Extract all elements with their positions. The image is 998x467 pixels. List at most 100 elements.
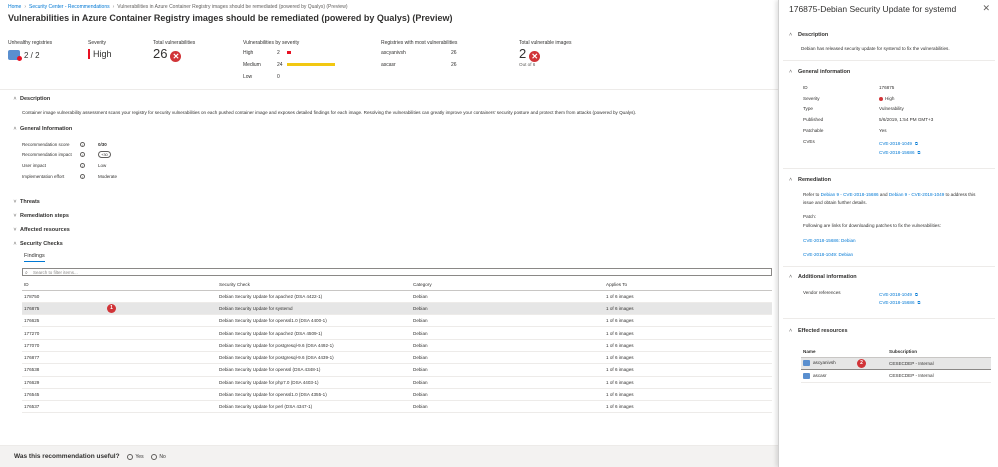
finding-id-text: 176875 [24, 305, 40, 311]
table-row[interactable]: 176537 Debian Security Update for perl (D… [22, 400, 772, 414]
finding-applies-to: 1 of 6 images [604, 302, 772, 316]
registries-label: Registries with most vulnerabilities [381, 40, 458, 46]
general-info-section-header[interactable]: ˄ General Information [10, 126, 778, 132]
registries-tile: Registries with most vulnerabilities asc… [381, 40, 491, 88]
page-title: Vulnerabilities in Azure Container Regis… [8, 13, 453, 23]
tab-findings[interactable]: Findings [24, 253, 45, 262]
table-row[interactable]: ascasr CESECDEP - Internal [801, 369, 991, 383]
column-header-subscription[interactable]: Subscription [887, 347, 991, 358]
patch-link[interactable]: CVE-2018-1049: Debian [803, 252, 853, 257]
resource-name[interactable]: ascasr [813, 373, 827, 378]
detail-label: ID [803, 85, 808, 90]
resource-subscription: CESECDEP - Internal [887, 369, 991, 383]
finding-id: 176538 [22, 363, 217, 377]
chevron-up-icon: ˄ [789, 328, 793, 334]
finding-security-check: Debian Security Update for systemd [217, 302, 411, 316]
remediation-text-line2: issue and obtain further details. [803, 200, 867, 205]
resource-name[interactable]: ascyanivsh [813, 360, 836, 365]
column-header-category[interactable]: Category [411, 280, 604, 291]
feedback-yes-option[interactable]: Yes [127, 453, 144, 460]
detail-additional-header[interactable]: ˄ Additional information [789, 274, 857, 280]
finding-security-check: Debian Security Update for openssl1.0 (D… [217, 314, 411, 328]
finding-security-check: Debian Security Update for apache2 (DSA … [217, 326, 411, 340]
chevron-up-icon: ˄ [789, 177, 793, 183]
summary-strip: Unhealthy registries 2 / 2 Severity High… [0, 34, 778, 90]
finding-security-check: Debian Security Update for openssl1.0 (D… [217, 388, 411, 402]
feedback-no-option[interactable]: No [151, 453, 166, 460]
filter-input[interactable]: ⌕ Search to filter items... [22, 268, 772, 276]
breadcrumb-home[interactable]: Home [8, 4, 21, 10]
registry-name[interactable]: ascyanivsh [381, 50, 406, 56]
threats-section-header[interactable]: ˅ Threats [10, 199, 778, 205]
detail-label: Severity [803, 96, 820, 101]
finding-applies-to: 1 of 6 images [604, 351, 772, 365]
vendor-reference-link[interactable]: CVE-2018-15686 ⧉ [879, 300, 920, 305]
table-row[interactable]: 176875 1 Debian Security Update for system… [22, 302, 772, 316]
registry-name[interactable]: ascasr [381, 62, 396, 68]
feedback-question: Was this recommendation useful? [14, 453, 120, 460]
table-row[interactable]: 178750 Debian Security Update for apache2… [22, 290, 772, 303]
finding-applies-to: 1 of 6 images [604, 400, 772, 414]
vulnerable-images-subtext: Out of 6 [519, 62, 536, 68]
finding-id: 176875 1 [22, 302, 217, 316]
chevron-up-icon: ˄ [789, 32, 793, 38]
more-options-button[interactable]: ... [347, 14, 353, 21]
column-header-id[interactable]: ID [22, 280, 217, 291]
feedback-bar: Was this recommendation useful? Yes No [0, 445, 778, 467]
column-header-applies-to[interactable]: Applies To [604, 280, 772, 291]
table-row[interactable]: 176538 Debian Security Update for openssl… [22, 363, 772, 377]
close-icon[interactable]: ✕ [982, 3, 990, 14]
cve-link[interactable]: CVE-2018-15686 ⧉ [879, 150, 920, 155]
vulnerable-images-value: 2 [519, 46, 527, 61]
info-icon[interactable]: i [80, 152, 85, 157]
table-row[interactable]: 177270 Debian Security Update for apache2… [22, 326, 772, 340]
remediation-link[interactable]: Debian 9 - CVE-2018-1049 [889, 192, 944, 197]
radio-button[interactable] [127, 453, 134, 460]
table-row[interactable]: ascyanivsh 2 CESECDEP - Internal [801, 356, 991, 370]
breadcrumb: Home › Security Center - Recommendations › V… [8, 4, 347, 10]
table-row[interactable]: 176545 Debian Security Update for openssl… [22, 388, 772, 402]
finding-id: 176537 [22, 400, 217, 414]
finding-category: Debian [411, 363, 604, 377]
info-icon[interactable]: i [80, 163, 85, 168]
finding-security-check: Debian Security Update for openssl (DSA … [217, 363, 411, 377]
detail-affected-header[interactable]: ˄ Effected resources [789, 328, 848, 334]
chevron-down-icon: ˅ [13, 227, 17, 233]
chevron-up-icon: ˄ [13, 96, 17, 102]
detail-remediation-header[interactable]: ˄ Remediation [789, 177, 831, 183]
detail-description-header[interactable]: ˄ Description [789, 32, 828, 38]
radio-button[interactable] [151, 453, 158, 460]
finding-id: 176629 [22, 376, 217, 389]
table-row[interactable]: 176877 Debian Security Update for postgre… [22, 351, 772, 365]
info-icon[interactable]: i [80, 174, 85, 179]
description-section-header[interactable]: ˄ Description [10, 96, 778, 102]
finding-category: Debian [411, 302, 604, 316]
unhealthy-registries-label: Unhealthy registries [8, 40, 53, 46]
cve-link[interactable]: CVE-2018-1049 ⧉ [879, 141, 918, 146]
table-row[interactable]: 176629 Debian Security Update for php7.0 … [22, 376, 772, 389]
detail-label: Type [803, 106, 813, 111]
vendor-reference-link[interactable]: CVE-2018-1049 ⧉ [879, 292, 918, 297]
detail-title: 176875-Debian Security Update for system… [789, 4, 957, 14]
finding-category: Debian [411, 326, 604, 340]
general-info-row: User impact i Low [22, 163, 107, 168]
patch-link[interactable]: CVE-2018-15686: Debian [803, 238, 856, 243]
finding-applies-to: 1 of 6 images [604, 388, 772, 402]
affected-resources-section-header[interactable]: ˅ Affected resources [10, 227, 778, 233]
column-header-security-check[interactable]: Security Check [217, 280, 411, 291]
finding-applies-to: 1 of 6 images [604, 290, 772, 303]
detail-general-header[interactable]: ˄ General information [789, 69, 850, 75]
table-row[interactable]: 176625 Debian Security Update for openssl… [22, 314, 772, 328]
severity-row-medium: Medium 24 [243, 62, 335, 68]
step-marker: 1 [107, 303, 116, 313]
remediation-section-header[interactable]: ˅ Remediation steps [10, 213, 778, 219]
column-header-name[interactable]: Name [801, 347, 887, 358]
remediation-link[interactable]: Debian 9 - CVE-2018-15686 [821, 192, 879, 197]
finding-category: Debian [411, 339, 604, 352]
security-checks-section-header[interactable]: ˄ Security Checks [10, 241, 778, 247]
detail-label: Patchable [803, 128, 824, 133]
info-icon[interactable]: i [80, 142, 85, 147]
table-row[interactable]: 177070 Debian Security Update for postgre… [22, 339, 772, 352]
breadcrumb-recommendations[interactable]: Security Center - Recommendations [29, 4, 110, 10]
finding-security-check: Debian Security Update for apache2 (DSA … [217, 290, 411, 303]
